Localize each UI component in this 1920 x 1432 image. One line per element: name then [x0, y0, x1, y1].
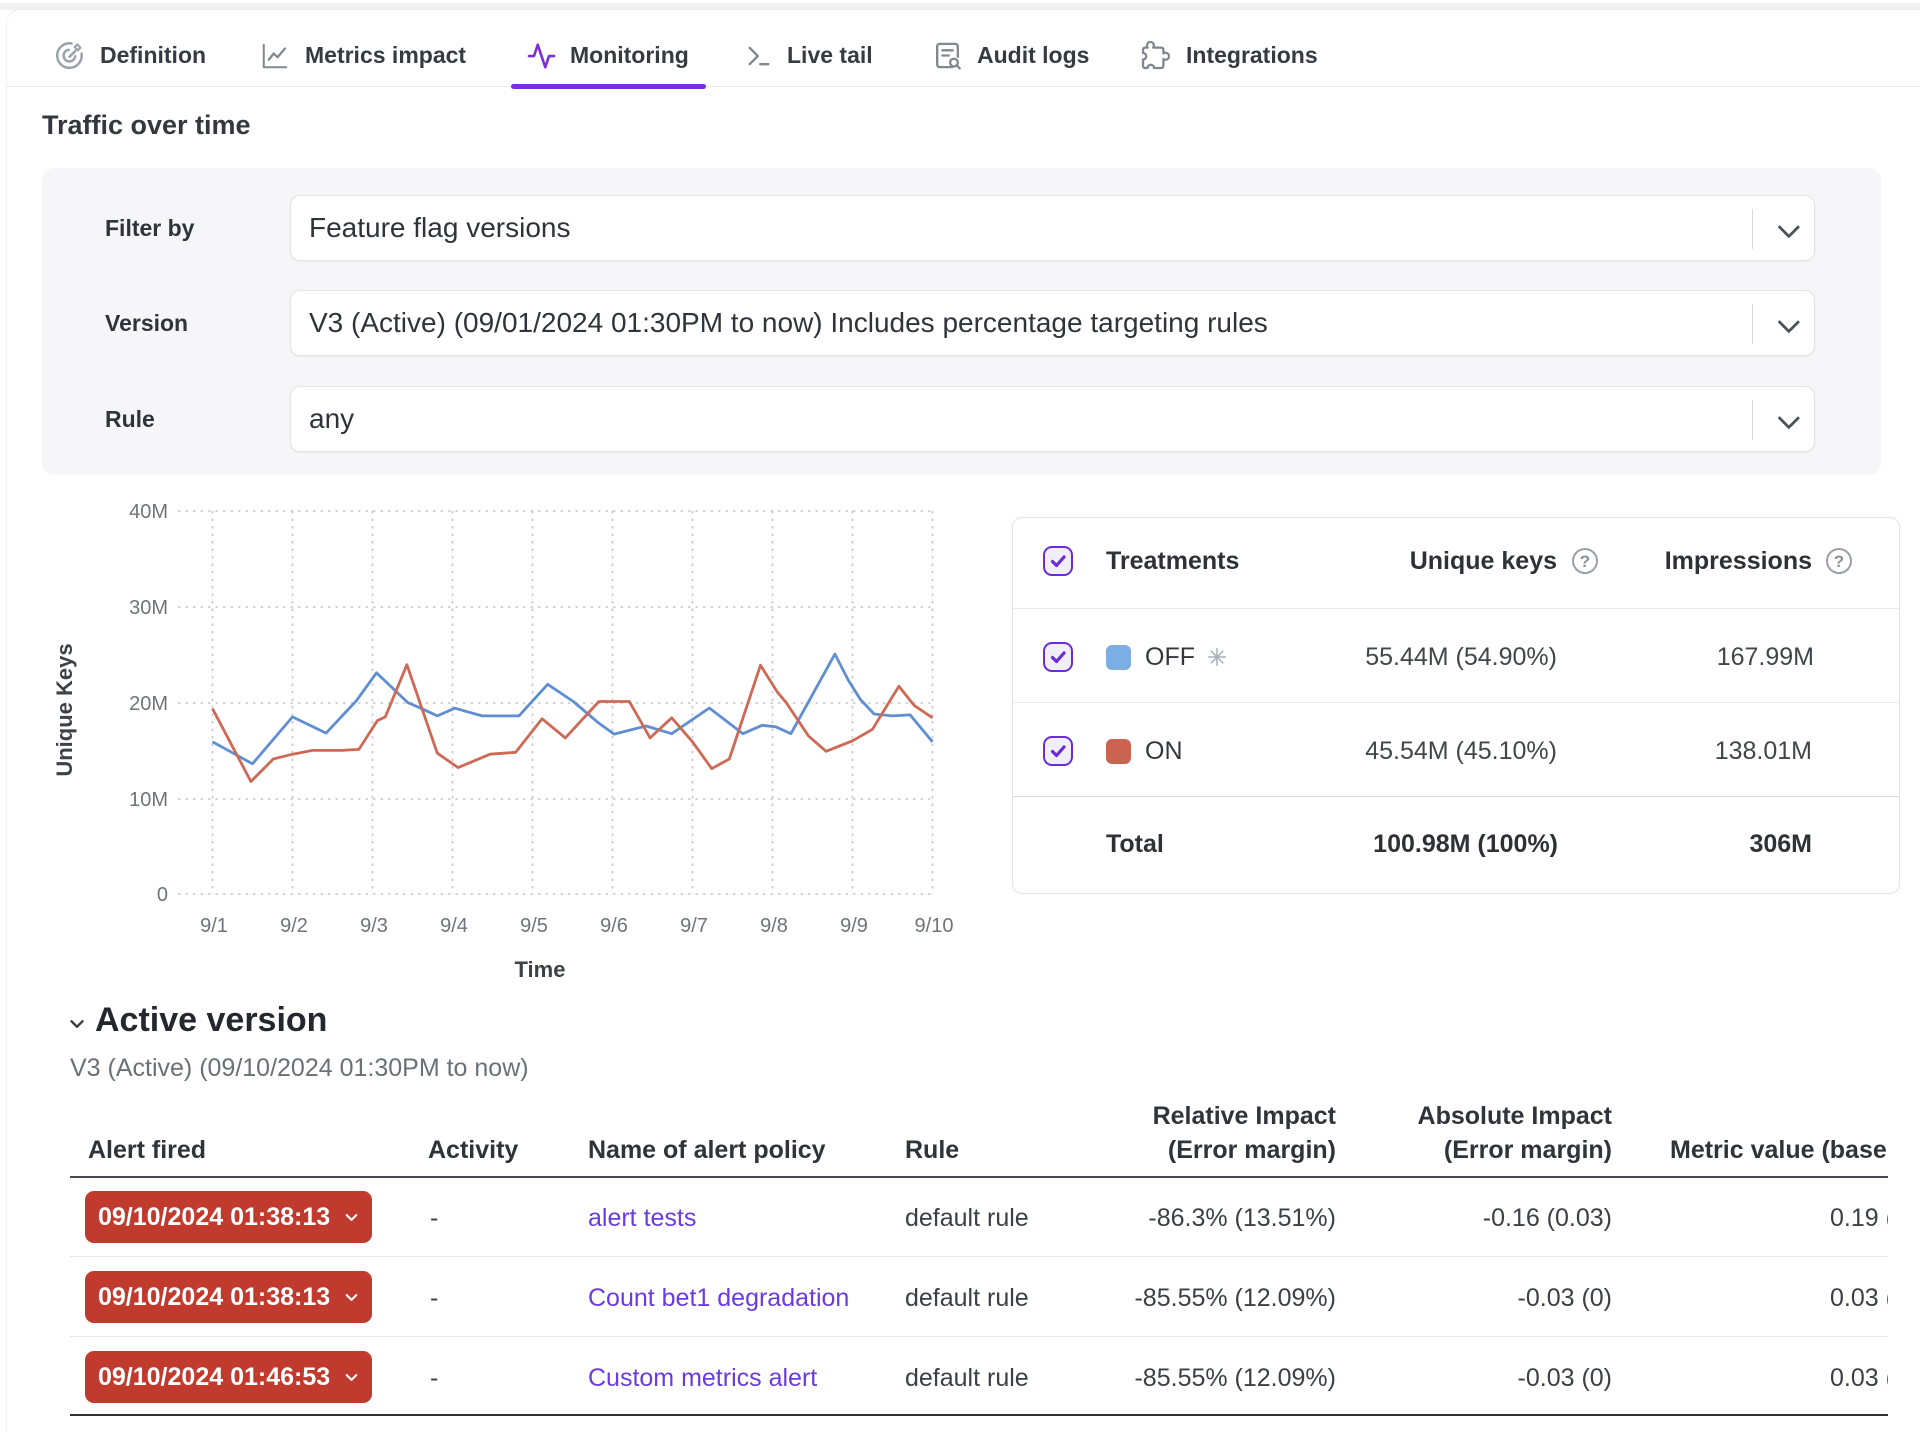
- svg-text:10M: 10M: [129, 789, 168, 811]
- svg-text:20M: 20M: [129, 693, 168, 715]
- svg-text:9/3: 9/3: [360, 915, 388, 937]
- svg-text:0: 0: [157, 884, 168, 906]
- svg-text:Time: Time: [515, 957, 566, 982]
- svg-text:9/5: 9/5: [520, 915, 548, 937]
- svg-text:40M: 40M: [129, 501, 168, 523]
- svg-text:9/2: 9/2: [280, 915, 308, 937]
- svg-text:9/9: 9/9: [840, 915, 868, 937]
- svg-text:9/4: 9/4: [440, 915, 468, 937]
- svg-text:30M: 30M: [129, 597, 168, 619]
- svg-text:9/8: 9/8: [760, 915, 788, 937]
- svg-text:Unique Keys: Unique Keys: [52, 643, 77, 776]
- svg-text:9/6: 9/6: [600, 915, 628, 937]
- svg-text:9/10: 9/10: [915, 915, 954, 937]
- svg-text:9/7: 9/7: [680, 915, 708, 937]
- svg-text:9/1: 9/1: [200, 915, 228, 937]
